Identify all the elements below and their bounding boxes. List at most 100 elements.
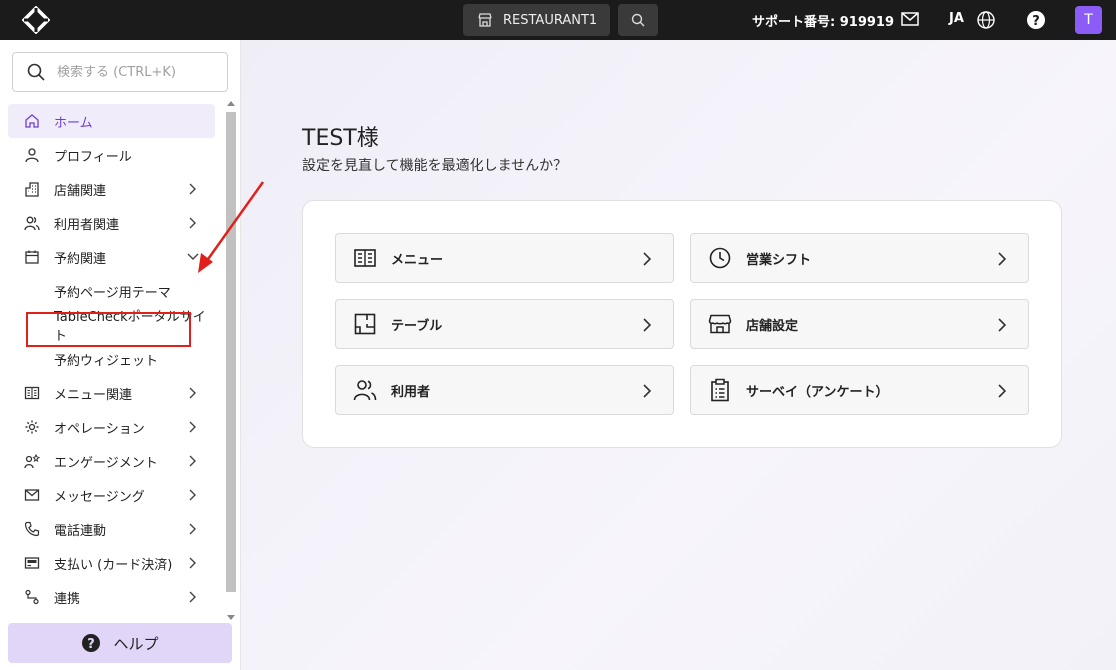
user-icon (24, 147, 40, 163)
calendar-icon (24, 249, 40, 265)
scroll-down-arrow[interactable] (227, 615, 235, 620)
sidebar-item-profile[interactable]: プロフィール (8, 138, 215, 172)
integration-icon (24, 589, 40, 605)
restaurant-selector-button[interactable]: RESTAURANT1 (463, 4, 610, 36)
quick-links-card: メニュー 営業シフト テーブル 店舗設定 利用者 サーベイ（アンケート） (302, 200, 1062, 448)
sidebar-item-reservations[interactable]: 予約関連 (8, 240, 215, 274)
clock-icon (708, 246, 732, 270)
chevron-right-icon (998, 384, 1006, 398)
tile-business-shift[interactable]: 営業シフト (690, 233, 1029, 283)
restaurant-name: RESTAURANT1 (503, 12, 598, 28)
chevron-right-icon (189, 523, 196, 535)
store-icon (478, 13, 492, 27)
sidebar-item-label: 予約関連 (54, 251, 107, 267)
gear-icon (24, 419, 40, 435)
globe-icon[interactable] (976, 10, 996, 34)
clipboard-icon (708, 378, 732, 402)
tile-menu[interactable]: メニュー (335, 233, 674, 283)
scroll-thumb[interactable] (226, 112, 236, 592)
tile-users[interactable]: 利用者 (335, 365, 674, 415)
sidebar-item-label: プロフィール (54, 149, 132, 165)
engagement-icon (24, 453, 40, 469)
tile-label: 利用者 (391, 384, 431, 400)
sidebar-subitem-widget[interactable]: 予約ウィジェット (8, 342, 215, 376)
sidebar-item-messaging[interactable]: メッセージング (8, 478, 215, 512)
chevron-right-icon (189, 591, 196, 603)
sidebar-item-users[interactable]: 利用者関連 (8, 206, 215, 240)
phone-icon (24, 521, 40, 537)
sidebar-item-label: 利用者関連 (54, 217, 120, 233)
tile-label: メニュー (391, 252, 444, 268)
sidebar-item-label: エンゲージメント (54, 455, 158, 471)
sidebar-item-label: 連携 (54, 591, 81, 607)
home-icon (24, 113, 40, 129)
users-icon (24, 215, 40, 231)
search-icon (27, 63, 45, 81)
user-avatar[interactable]: T (1075, 6, 1102, 34)
building-icon (24, 181, 40, 197)
sidebar-item-integrations[interactable]: 連携 (8, 580, 215, 614)
sidebar-item-payments[interactable]: 支払い (カード決済) (8, 546, 215, 580)
language-label[interactable]: JA (949, 11, 964, 26)
top-search-button[interactable] (618, 4, 658, 36)
help-button[interactable]: ? ヘルプ (8, 623, 232, 663)
help-icon[interactable]: ? (1026, 10, 1046, 34)
chevron-right-icon (643, 318, 651, 332)
search-input[interactable] (57, 64, 207, 80)
chevron-right-icon (189, 387, 196, 399)
chevron-right-icon (998, 252, 1006, 266)
store-icon (708, 312, 732, 336)
chevron-right-icon (643, 384, 651, 398)
sidebar-item-label: 予約ウィジェット (54, 353, 159, 369)
sidebar-subitem-booking-theme[interactable]: 予約ページ用テーマ (8, 274, 215, 308)
sidebar-item-label: 支払い (カード決済) (54, 557, 173, 573)
chevron-right-icon (189, 557, 196, 569)
chevron-right-icon (189, 421, 196, 433)
sidebar-item-store[interactable]: 店舗関連 (8, 172, 215, 206)
mail-icon (24, 487, 40, 503)
sidebar-item-operations[interactable]: オペレーション (8, 410, 215, 444)
chevron-right-icon (189, 183, 196, 195)
tile-survey[interactable]: サーベイ（アンケート） (690, 365, 1029, 415)
chevron-right-icon (643, 252, 651, 266)
page-title: TEST様 (302, 126, 379, 151)
sidebar-item-menu[interactable]: メニュー関連 (8, 376, 215, 410)
menu-book-icon (24, 385, 40, 401)
sidebar-item-label: ホーム (54, 115, 93, 131)
sidebar-item-home[interactable]: ホーム (8, 104, 215, 138)
table-icon (353, 312, 377, 336)
tile-label: サーベイ（アンケート） (746, 384, 889, 400)
scroll-up-arrow[interactable] (227, 101, 235, 106)
help-label: ヘルプ (113, 634, 159, 653)
main-content: TEST様 設定を見直して機能を最適化しませんか？ メニュー 営業シフト テーブ… (241, 40, 1116, 670)
tile-store-settings[interactable]: 店舗設定 (690, 299, 1029, 349)
sidebar-item-label: メッセージング (54, 489, 145, 505)
sidebar-item-phone[interactable]: 電話連動 (8, 512, 215, 546)
chevron-right-icon (189, 489, 196, 501)
menu-book-icon (353, 246, 377, 270)
sidebar-item-label: 店舗関連 (54, 183, 107, 199)
sidebar-item-label: 電話連動 (54, 523, 107, 539)
chevron-right-icon (189, 217, 196, 229)
sidebar-search[interactable] (12, 52, 228, 92)
sidebar-item-label: オペレーション (54, 421, 145, 437)
support-number: サポート番号: 919919 (752, 15, 894, 30)
chevron-right-icon (998, 318, 1006, 332)
page-subtitle: 設定を見直して機能を最適化しませんか？ (302, 158, 568, 174)
users-icon (353, 378, 377, 402)
app-logo[interactable] (21, 5, 51, 35)
sidebar-item-label: 予約ページ用テーマ (54, 285, 171, 301)
sidebar-item-engagement[interactable]: エンゲージメント (8, 444, 215, 478)
chevron-down-icon (187, 253, 199, 260)
top-bar: RESTAURANT1 サポート番号: 919919 JA ? T (0, 0, 1116, 40)
search-icon (631, 13, 645, 27)
sidebar-nav: ホーム プロフィール 店舗関連 利用者関連 予約関連 予約ページ用テーマ Tab… (8, 104, 215, 614)
payment-icon (24, 555, 40, 571)
sidebar-scrollbar[interactable] (224, 98, 238, 620)
mail-icon[interactable] (901, 11, 919, 31)
tile-label: 営業シフト (746, 252, 812, 268)
sidebar: ホーム プロフィール 店舗関連 利用者関連 予約関連 予約ページ用テーマ Tab… (0, 40, 241, 670)
tile-label: 店舗設定 (746, 318, 799, 334)
svg-text:?: ? (88, 637, 96, 652)
tile-tables[interactable]: テーブル (335, 299, 674, 349)
